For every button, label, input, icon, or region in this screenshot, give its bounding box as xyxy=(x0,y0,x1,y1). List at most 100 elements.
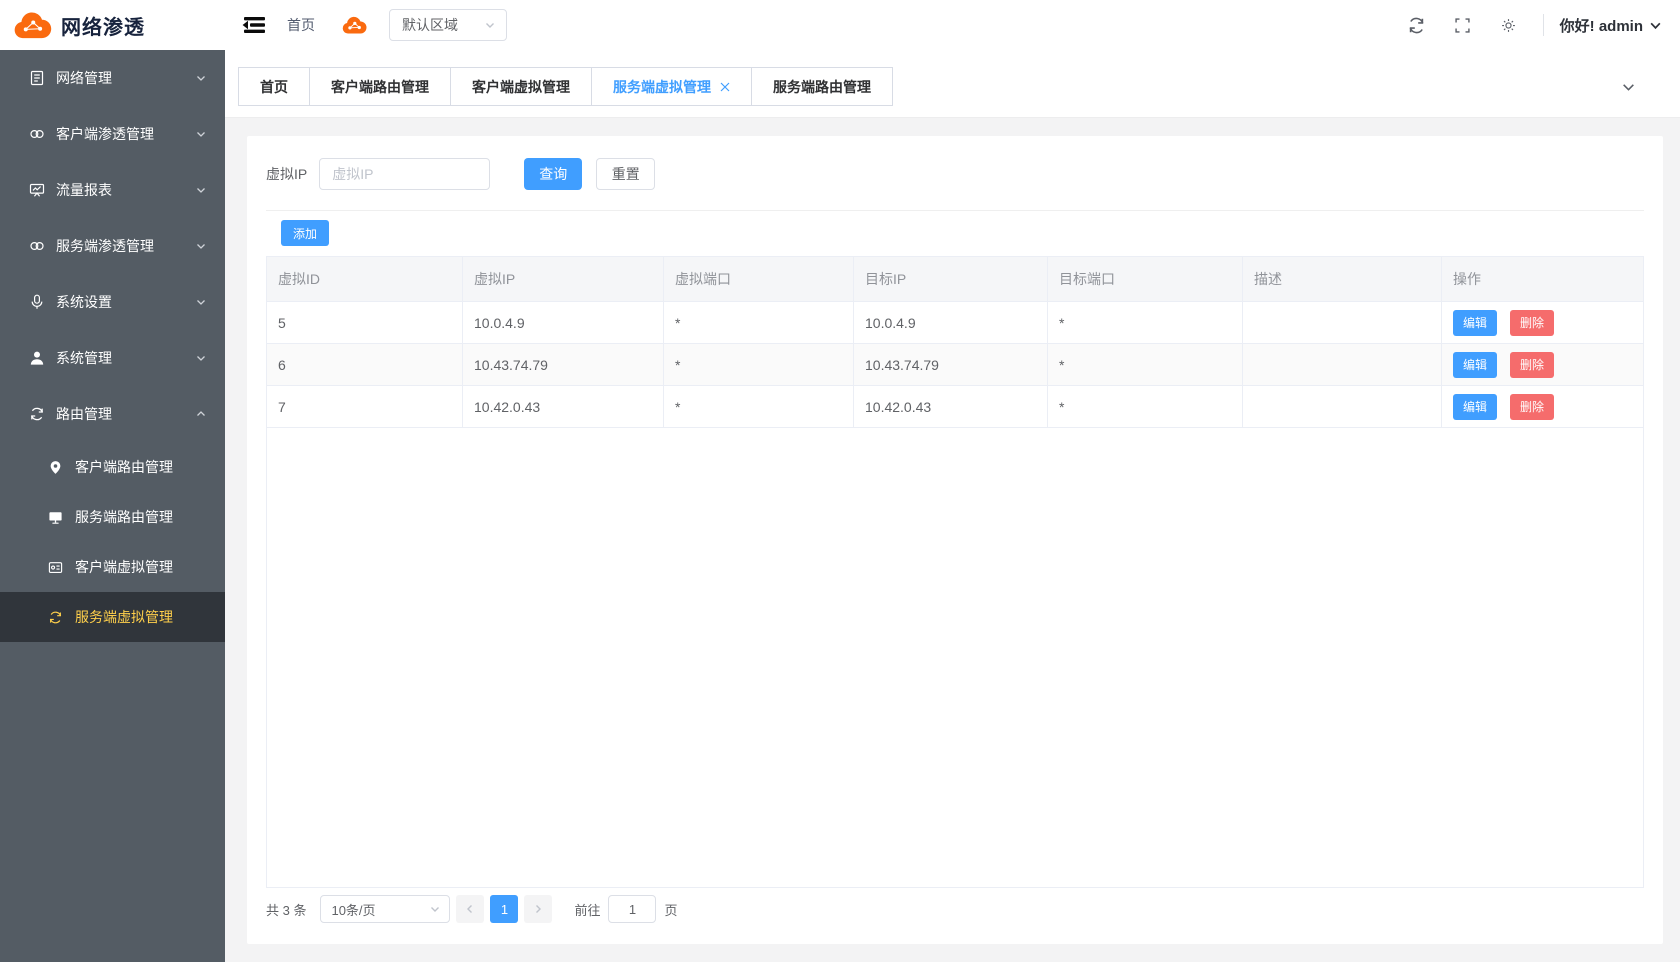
close-icon[interactable] xyxy=(720,82,730,92)
app-root: 网络渗透 首页 默认区域 xyxy=(0,0,1680,962)
virtual-ip-input[interactable] xyxy=(319,158,490,190)
page-size-value: 10条/页 xyxy=(331,900,375,919)
cell-target-port: * xyxy=(1048,386,1243,428)
tab-client-route-mgmt[interactable]: 客户端路由管理 xyxy=(309,67,451,106)
chevron-up-icon xyxy=(195,408,207,420)
sidebar-item-label: 网络管理 xyxy=(56,68,112,88)
cell-virtual-ip: 10.42.0.43 xyxy=(463,386,664,428)
sidebar-item-traffic-report[interactable]: 流量报表 xyxy=(0,162,225,218)
pagination: 共 3 条 10条/页 1 前往 xyxy=(266,895,1644,923)
cell-actions: 编辑 删除 xyxy=(1442,344,1643,386)
tab-label: 服务端路由管理 xyxy=(773,77,871,97)
sidebar-item-server-route-mgmt[interactable]: 服务端路由管理 xyxy=(0,492,225,542)
edit-button[interactable]: 编辑 xyxy=(1453,310,1497,336)
refresh-icon[interactable] xyxy=(1407,15,1427,35)
sidebar-item-system-settings[interactable]: 系统设置 xyxy=(0,274,225,330)
header-divider xyxy=(1543,14,1544,36)
sidebar-item-server-pentest-mgmt[interactable]: 服务端渗透管理 xyxy=(0,218,225,274)
content-card: 虚拟IP 查询 重置 添加 虚拟ID 虚拟IP 虚拟端口 目标IP xyxy=(247,136,1663,944)
sidebar-item-label: 客户端路由管理 xyxy=(75,457,173,477)
table-header: 虚拟ID 虚拟IP 虚拟端口 目标IP 目标端口 描述 操作 xyxy=(267,257,1643,302)
cell-virtual-id: 5 xyxy=(267,302,463,344)
delete-button[interactable]: 删除 xyxy=(1510,394,1554,420)
cell-virtual-id: 6 xyxy=(267,344,463,386)
cell-virtual-port: * xyxy=(664,386,854,428)
top-bar: 网络渗透 首页 默认区域 xyxy=(0,0,1680,50)
fullscreen-icon[interactable] xyxy=(1453,15,1473,35)
app-title: 网络渗透 xyxy=(61,11,145,40)
tab-server-virtual-mgmt[interactable]: 服务端虚拟管理 xyxy=(591,67,752,106)
cell-target-port: * xyxy=(1048,344,1243,386)
postcard-icon xyxy=(47,559,63,575)
region-select[interactable]: 默认区域 xyxy=(389,9,507,41)
theme-icon[interactable] xyxy=(1499,15,1519,35)
sidebar-item-label: 客户端虚拟管理 xyxy=(75,557,173,577)
sidebar-item-client-pentest-mgmt[interactable]: 客户端渗透管理 xyxy=(0,106,225,162)
sidebar-item-label: 系统管理 xyxy=(56,348,112,368)
user-icon xyxy=(28,350,45,367)
cell-target-ip: 10.0.4.9 xyxy=(854,302,1048,344)
next-page-button[interactable] xyxy=(524,895,552,923)
search-field-label: 虚拟IP xyxy=(266,164,307,184)
edit-button[interactable]: 编辑 xyxy=(1453,394,1497,420)
tabs: 首页 客户端路由管理 客户端虚拟管理 服务端虚拟管理 服务端路由管理 xyxy=(238,67,893,106)
region-select-value: 默认区域 xyxy=(402,15,458,35)
sidebar-item-network-mgmt[interactable]: 网络管理 xyxy=(0,50,225,106)
sidebar-item-label: 服务端虚拟管理 xyxy=(75,607,173,627)
cell-target-ip: 10.43.74.79 xyxy=(854,344,1048,386)
chevron-down-icon xyxy=(195,128,207,140)
sidebar-item-label: 流量报表 xyxy=(56,180,112,200)
header-right: 你好! admin xyxy=(1381,14,1680,36)
cell-virtual-ip: 10.0.4.9 xyxy=(463,302,664,344)
tab-home[interactable]: 首页 xyxy=(238,67,310,106)
query-button[interactable]: 查询 xyxy=(524,158,582,190)
cell-target-port: * xyxy=(1048,302,1243,344)
sidebar-item-route-mgmt[interactable]: 路由管理 xyxy=(0,386,225,442)
sidebar-collapse-icon[interactable] xyxy=(239,13,267,37)
main-area: 首页 客户端路由管理 客户端虚拟管理 服务端虚拟管理 服务端路由管理 xyxy=(225,50,1680,962)
table-row: 6 10.43.74.79 * 10.43.74.79 * 编辑 删除 xyxy=(267,344,1643,386)
link-icon xyxy=(28,238,45,255)
goto-page-input[interactable] xyxy=(608,895,656,923)
sidebar-item-system-mgmt[interactable]: 系统管理 xyxy=(0,330,225,386)
sidebar: 网络管理 客户端渗透管理 xyxy=(0,50,225,962)
edit-button[interactable]: 编辑 xyxy=(1453,352,1497,378)
add-button[interactable]: 添加 xyxy=(281,220,329,246)
delete-button[interactable]: 删除 xyxy=(1510,352,1554,378)
user-menu[interactable]: 你好! admin xyxy=(1560,15,1662,36)
cell-virtual-port: * xyxy=(664,344,854,386)
document-icon xyxy=(28,70,45,87)
breadcrumb[interactable]: 首页 xyxy=(287,15,315,35)
sidebar-item-label: 服务端路由管理 xyxy=(75,507,173,527)
cell-virtual-id: 7 xyxy=(267,386,463,428)
chevron-down-icon xyxy=(195,184,207,196)
page-number-button[interactable]: 1 xyxy=(490,895,518,923)
sidebar-item-client-route-mgmt[interactable]: 客户端路由管理 xyxy=(0,442,225,492)
goto-label: 前往 xyxy=(574,900,600,919)
prev-page-button[interactable] xyxy=(456,895,484,923)
reset-button[interactable]: 重置 xyxy=(596,158,655,190)
tab-label: 服务端虚拟管理 xyxy=(613,77,711,97)
cell-virtual-port: * xyxy=(664,302,854,344)
table-row: 5 10.0.4.9 * 10.0.4.9 * 编辑 删除 xyxy=(267,302,1643,344)
sidebar-item-server-virtual-mgmt[interactable]: 服务端虚拟管理 xyxy=(0,592,225,642)
delete-button[interactable]: 删除 xyxy=(1510,310,1554,336)
tab-bar: 首页 客户端路由管理 客户端虚拟管理 服务端虚拟管理 服务端路由管理 xyxy=(225,50,1680,118)
tab-client-virtual-mgmt[interactable]: 客户端虚拟管理 xyxy=(450,67,592,106)
page-size-select[interactable]: 10条/页 xyxy=(320,895,450,923)
location-pin-icon xyxy=(47,459,63,475)
chevron-down-icon xyxy=(484,19,496,31)
chevron-down-icon xyxy=(195,352,207,364)
cell-virtual-ip: 10.43.74.79 xyxy=(463,344,664,386)
app-logo: 网络渗透 xyxy=(0,0,225,50)
sidebar-item-client-virtual-mgmt[interactable]: 客户端虚拟管理 xyxy=(0,542,225,592)
tab-server-route-mgmt[interactable]: 服务端路由管理 xyxy=(751,67,893,106)
cell-description xyxy=(1243,302,1442,344)
column-header: 目标IP xyxy=(854,257,1048,302)
sidebar-item-label: 服务端渗透管理 xyxy=(56,236,154,256)
column-header: 虚拟ID xyxy=(267,257,463,302)
tab-list-chevron-down-icon[interactable] xyxy=(1621,80,1636,95)
column-header: 虚拟IP xyxy=(463,257,664,302)
chevron-down-icon xyxy=(195,240,207,252)
column-header: 描述 xyxy=(1243,257,1442,302)
